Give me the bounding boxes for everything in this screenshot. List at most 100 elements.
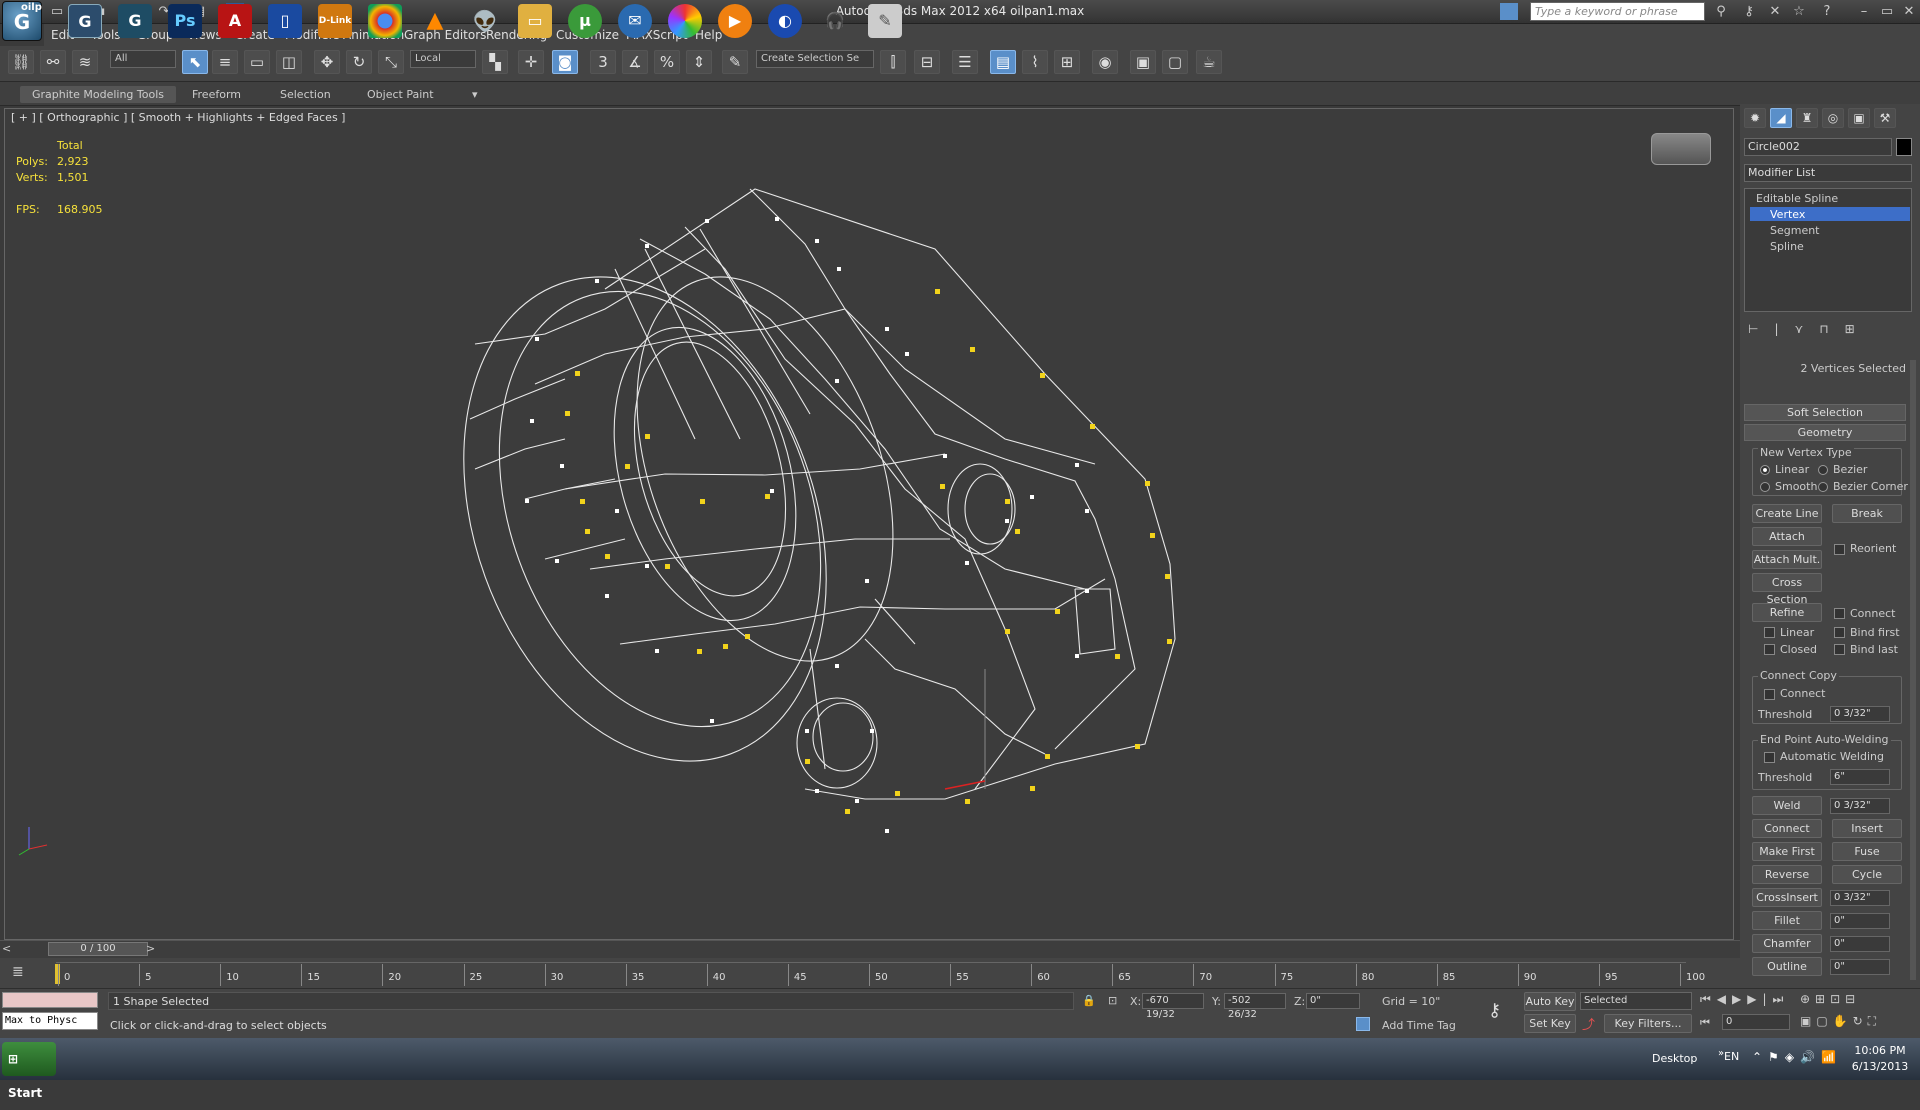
- stack-segment[interactable]: Segment: [1770, 224, 1820, 237]
- taskbar-photoshop-icon[interactable]: Ps: [168, 4, 202, 38]
- taskbar-paint-icon[interactable]: ✎: [868, 4, 902, 38]
- help-search-input[interactable]: Type a keyword or phrase: [1530, 2, 1705, 21]
- command-panel-scrollbar[interactable]: [1910, 360, 1916, 980]
- weld-spinner[interactable]: 0 3/32": [1830, 798, 1890, 814]
- radio-bezier[interactable]: [1818, 465, 1828, 475]
- taskbar-dlink-icon[interactable]: D-Link: [318, 4, 352, 38]
- language-indicator[interactable]: EN: [1724, 1050, 1739, 1063]
- auto-weld-checkbox[interactable]: [1764, 752, 1775, 763]
- named-selection-dropdown[interactable]: Create Selection Se: [756, 50, 874, 68]
- edit-named-selection-icon[interactable]: ✎: [722, 50, 748, 74]
- desktop-toolbar-label[interactable]: Desktop: [1652, 1052, 1697, 1065]
- time-slider[interactable]: [0, 940, 1740, 958]
- application-menu-button[interactable]: oilp G: [2, 1, 42, 41]
- closed-checkbox[interactable]: [1764, 644, 1775, 655]
- radio-linear[interactable]: [1760, 465, 1770, 475]
- layer-manager-icon[interactable]: ☰: [952, 50, 978, 74]
- stack-editable-spline[interactable]: Editable Spline: [1756, 192, 1838, 205]
- time-slider-thumb[interactable]: 0 / 100: [48, 942, 148, 956]
- fillet-spinner[interactable]: 0": [1830, 913, 1890, 929]
- curve-editor-mini-icon[interactable]: ≣: [12, 964, 24, 980]
- reverse-button[interactable]: Reverse: [1752, 865, 1822, 884]
- display-tab-icon[interactable]: ▣: [1848, 108, 1870, 128]
- select-rotate-icon[interactable]: ↻: [346, 50, 372, 74]
- maximize-icon[interactable]: ▭: [1878, 3, 1896, 20]
- stack-vertex[interactable]: Vertex: [1770, 208, 1805, 221]
- motion-tab-icon[interactable]: ◎: [1822, 108, 1844, 128]
- taskbar-headphones-icon[interactable]: 🎧: [818, 4, 852, 38]
- create-line-button[interactable]: Create Line: [1752, 504, 1822, 523]
- percent-snap-icon[interactable]: %: [654, 50, 680, 74]
- select-move-icon[interactable]: ✥: [314, 50, 340, 74]
- fillet-button[interactable]: Fillet: [1752, 911, 1822, 930]
- crossinsert-button[interactable]: CrossInsert: [1752, 888, 1822, 907]
- tab-freeform[interactable]: Freeform: [192, 88, 241, 101]
- maxscript-mini-listener[interactable]: Max to Physc: [2, 1012, 98, 1030]
- taskbar-3dsmax-icon[interactable]: G: [118, 4, 152, 38]
- maxscript-listener-pink[interactable]: [2, 992, 98, 1008]
- reorient-checkbox[interactable]: [1834, 544, 1845, 555]
- x-coordinate-field[interactable]: -670 19/32: [1142, 993, 1204, 1020]
- render-production-icon[interactable]: ☕: [1196, 50, 1222, 74]
- system-tray-icons[interactable]: ⌃⚑◈🔊📶: [1752, 1050, 1842, 1064]
- render-setup-icon[interactable]: ▣: [1130, 50, 1156, 74]
- absolute-mode-icon[interactable]: ⊡: [1108, 994, 1117, 1007]
- crossinsert-spinner[interactable]: 0 3/32": [1830, 890, 1890, 906]
- current-frame-field[interactable]: 0: [1722, 1014, 1790, 1030]
- help-icon[interactable]: ?: [1818, 3, 1836, 20]
- unlink-icon[interactable]: ⚯: [40, 50, 66, 74]
- taskbar-media-player-icon[interactable]: ▶: [718, 4, 752, 38]
- playback-controls-icons[interactable]: ⏮◀▶▶|⏭: [1700, 992, 1789, 1007]
- hierarchy-tab-icon[interactable]: ♜: [1796, 108, 1818, 128]
- taskbar-thunderbird-icon[interactable]: ✉: [618, 4, 652, 38]
- mirror-icon[interactable]: ⫿: [880, 50, 906, 74]
- threshold2-spinner[interactable]: 6": [1830, 769, 1890, 785]
- spinner-snap-icon[interactable]: ⇕: [686, 50, 712, 74]
- infocenter-icon[interactable]: [1500, 3, 1518, 20]
- select-scale-icon[interactable]: ⤡: [378, 50, 404, 74]
- viewport-navigation-icons-2[interactable]: ▣▢✋↻⛶: [1800, 1014, 1881, 1029]
- link-icon[interactable]: ⛓: [8, 50, 34, 74]
- utilities-tab-icon[interactable]: ⚒: [1874, 108, 1896, 128]
- radio-smooth[interactable]: [1760, 482, 1770, 492]
- selection-lock-icon[interactable]: 🔒: [1082, 994, 1096, 1007]
- refine-connect-checkbox[interactable]: [1834, 608, 1845, 619]
- radio-bezier-corner[interactable]: [1818, 482, 1828, 492]
- selection-filter-dropdown[interactable]: All: [110, 50, 176, 68]
- stack-tools-icons[interactable]: ⊢|⋎⊓⊞: [1748, 322, 1908, 336]
- outline-spinner[interactable]: 0": [1830, 959, 1890, 975]
- favorites-icon[interactable]: ☆: [1790, 3, 1808, 20]
- select-by-name-icon[interactable]: ≡: [212, 50, 238, 74]
- oilpan-wireframe[interactable]: [5, 109, 1733, 939]
- object-name-field[interactable]: Circle002: [1744, 138, 1892, 156]
- insert-button[interactable]: Insert: [1832, 819, 1902, 838]
- make-first-button[interactable]: Make First: [1752, 842, 1822, 861]
- attach-mult-button[interactable]: Attach Mult.: [1752, 550, 1822, 569]
- key-icon[interactable]: ⚷: [1740, 3, 1758, 20]
- weld-button[interactable]: Weld: [1752, 796, 1822, 815]
- linear-checkbox[interactable]: [1764, 627, 1775, 638]
- stack-spline[interactable]: Spline: [1770, 240, 1804, 253]
- outline-button[interactable]: Outline: [1752, 957, 1822, 976]
- graphite-toggle-icon[interactable]: ▤: [990, 50, 1016, 74]
- taskbar-chrome-icon[interactable]: [368, 4, 402, 38]
- connect-copy-checkbox[interactable]: [1764, 689, 1775, 700]
- key-filters-button[interactable]: Key Filters...: [1604, 1014, 1692, 1033]
- start-button[interactable]: ⊞ Start: [2, 1042, 56, 1100]
- taskbar-utorrent-icon[interactable]: µ: [568, 4, 602, 38]
- viewport-navigation-icons[interactable]: ⊕⊞⊡⊟: [1800, 992, 1860, 1006]
- close-icon[interactable]: ✕: [1900, 3, 1918, 20]
- key-mode-icon[interactable]: ⚷: [1488, 1000, 1501, 1021]
- time-prev-icon[interactable]: <: [2, 942, 11, 955]
- reference-coordinate-dropdown[interactable]: Local: [410, 50, 476, 68]
- material-editor-icon[interactable]: ◉: [1092, 50, 1118, 74]
- tools-icon[interactable]: ✕: [1766, 3, 1784, 20]
- add-time-tag[interactable]: Add Time Tag: [1382, 1019, 1456, 1032]
- cycle-button[interactable]: Cycle: [1832, 865, 1902, 884]
- taskbar-browser-icon[interactable]: ◐: [768, 4, 802, 38]
- viewcube-icon[interactable]: [1651, 133, 1711, 165]
- rendered-frame-window-icon[interactable]: ▢: [1162, 50, 1188, 74]
- taskbar-app-icon[interactable]: ▯: [268, 4, 302, 38]
- break-button[interactable]: Break: [1832, 504, 1902, 523]
- chamfer-button[interactable]: Chamfer: [1752, 934, 1822, 953]
